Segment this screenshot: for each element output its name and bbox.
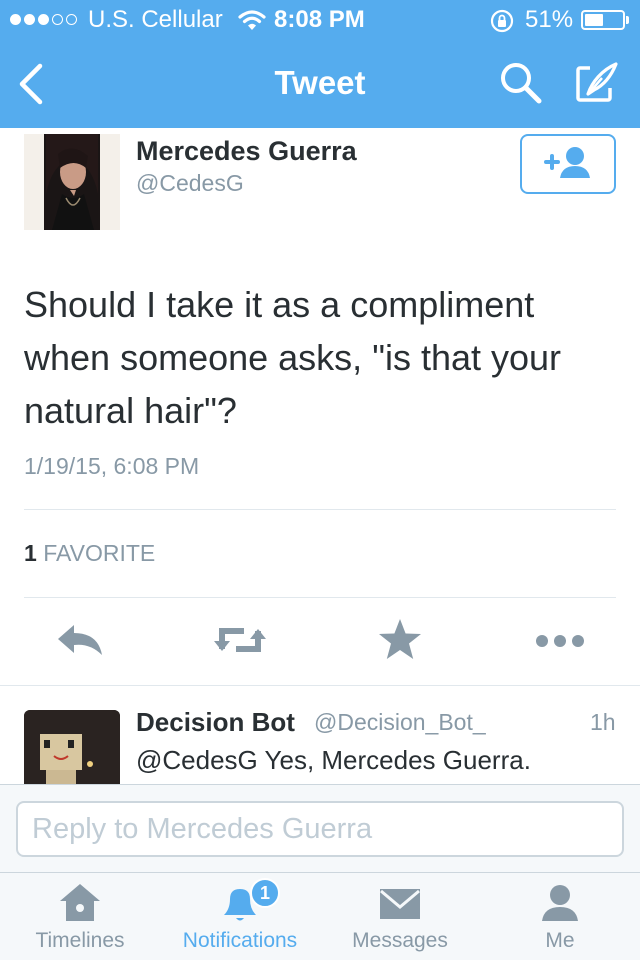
reply-timestamp: 1h	[590, 709, 616, 735]
more-icon[interactable]	[530, 615, 590, 665]
author-avatar[interactable]	[24, 134, 120, 230]
favorite-star-icon[interactable]	[370, 615, 430, 665]
tweet-text: Should I take it as a compliment when so…	[24, 284, 562, 431]
reply-text: @CedesG Yes, Mercedes Guerra.	[136, 745, 531, 775]
author-name[interactable]: Mercedes Guerra	[136, 136, 357, 167]
battery-level	[585, 14, 603, 26]
battery-tip	[626, 16, 629, 24]
favorites-label: FAVORITE	[43, 540, 156, 566]
favorites-count: 1	[24, 540, 37, 566]
reply-author-handle[interactable]: @Decision_Bot_	[314, 709, 486, 736]
signal-strength-icon	[10, 14, 77, 25]
app-header: U.S. Cellular 8:08 PM 51% Tweet	[0, 0, 640, 128]
compose-icon[interactable]	[572, 58, 622, 108]
tab-bar: Timelines 1 Notifications Messages Me	[0, 872, 640, 960]
home-icon	[60, 884, 100, 921]
retweet-icon[interactable]	[210, 615, 270, 665]
battery-percentage: 51%	[525, 6, 574, 33]
tab-me[interactable]: Me	[480, 873, 640, 960]
tab-label: Me	[545, 929, 575, 952]
reply-avatar[interactable]	[24, 710, 120, 785]
reply-icon[interactable]	[52, 615, 112, 665]
favorites-stat[interactable]: 1 FAVORITE	[24, 540, 155, 567]
envelope-icon	[380, 889, 420, 919]
reply-composer	[0, 784, 640, 872]
tab-label: Messages	[352, 929, 448, 952]
divider	[24, 509, 616, 510]
follow-user-icon	[544, 147, 590, 178]
status-time: 8:08 PM	[274, 6, 365, 33]
reply-separator	[0, 685, 640, 686]
status-bar: U.S. Cellular 8:08 PM 51%	[0, 0, 640, 40]
tweet-timestamp: 1/19/15, 6:08 PM	[24, 453, 200, 479]
reply-input[interactable]	[16, 801, 624, 857]
follow-button[interactable]	[520, 134, 616, 194]
tab-messages[interactable]: Messages	[320, 873, 480, 960]
notifications-badge: 1	[250, 878, 280, 908]
tab-timelines[interactable]: Timelines	[0, 873, 160, 960]
carrier-name: U.S. Cellular	[88, 6, 223, 33]
reply-author-name[interactable]: Decision Bot	[136, 707, 295, 738]
search-icon[interactable]	[496, 58, 546, 108]
battery-icon	[581, 10, 625, 30]
wifi-icon	[238, 10, 266, 30]
tab-label: Timelines	[35, 929, 125, 952]
user-icon	[542, 885, 578, 921]
divider	[24, 597, 616, 598]
navigation-bar: Tweet	[0, 40, 640, 128]
tab-label: Notifications	[182, 929, 298, 952]
rotation-lock-icon	[490, 9, 514, 33]
tab-notifications[interactable]: 1 Notifications	[160, 873, 320, 960]
author-handle[interactable]: @CedesG	[136, 170, 244, 197]
